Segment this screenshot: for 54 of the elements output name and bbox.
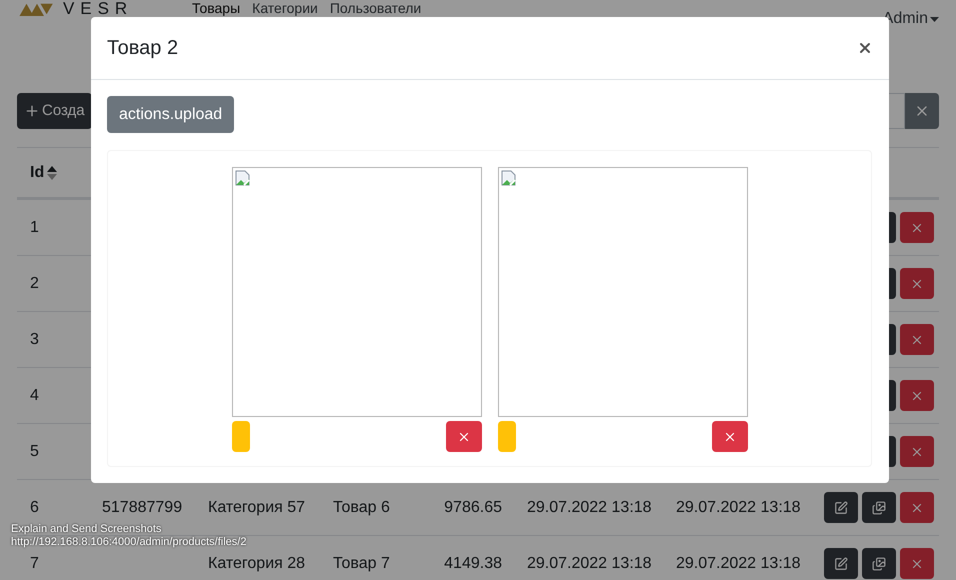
delete-button[interactable] xyxy=(900,324,934,355)
table-cell-text: 4149.38 xyxy=(443,554,502,574)
edit-icon xyxy=(834,500,848,514)
modal-title: Товар 2 xyxy=(107,36,178,61)
nav-link[interactable]: Категории xyxy=(252,1,318,16)
delete-button[interactable] xyxy=(900,212,934,243)
table-cell-text: Товар 6 xyxy=(332,498,391,518)
table-cell-text: 1 xyxy=(29,218,40,238)
nav-link[interactable]: Товары xyxy=(192,1,240,16)
plus-icon xyxy=(24,103,40,119)
table-cell-text: 7 xyxy=(29,554,40,574)
table-cell-text: 29.07.2022 13:18 xyxy=(526,554,652,574)
nav-link[interactable]: Пользователи xyxy=(330,1,422,16)
images-icon xyxy=(872,500,886,514)
table-cell-text: 29.07.2022 13:18 xyxy=(675,498,802,518)
delete-button[interactable] xyxy=(712,421,748,452)
mark-button[interactable] xyxy=(232,421,250,452)
close-icon xyxy=(857,40,873,56)
tooltip-title: Explain and Send Screenshots xyxy=(11,523,162,536)
close-button[interactable] xyxy=(857,40,873,56)
table-cell-text: 5 xyxy=(29,442,40,462)
table-cell-text: 29.07.2022 13:18 xyxy=(675,554,802,574)
table-cell-text: 517887799 xyxy=(101,498,184,518)
broken-image-icon xyxy=(234,170,250,186)
logo-text: VESR xyxy=(63,1,134,16)
edit-button[interactable] xyxy=(824,492,858,523)
column-header[interactable]: Id xyxy=(30,160,44,184)
delete-button[interactable] xyxy=(900,548,934,579)
images-button[interactable] xyxy=(862,492,896,523)
edit-button[interactable] xyxy=(824,548,858,579)
table-cell-text: 4 xyxy=(29,386,40,406)
delete-button[interactable] xyxy=(900,436,934,467)
mark-button[interactable] xyxy=(498,421,516,452)
table-cell-text: 6 xyxy=(29,498,40,518)
images-button[interactable] xyxy=(862,548,896,579)
clear-button[interactable] xyxy=(905,93,939,129)
delete-button[interactable] xyxy=(446,421,482,452)
create-button[interactable]: Созда xyxy=(17,93,92,129)
images-icon xyxy=(872,556,886,570)
delete-button[interactable] xyxy=(900,268,934,299)
tooltip-url: http://192.168.8.106:4000/admin/products/files/2 xyxy=(11,536,246,549)
table-cell-text: 3 xyxy=(29,330,40,350)
delete-button[interactable] xyxy=(900,380,934,411)
broken-image-icon xyxy=(500,170,516,186)
caret-icon xyxy=(930,16,939,22)
table-cell-text: Категория 28 xyxy=(207,554,306,574)
edit-icon xyxy=(834,556,848,570)
table-cell-text: 29.07.2022 13:18 xyxy=(526,498,652,518)
delete-button[interactable] xyxy=(900,492,934,523)
table-cell-text: 2 xyxy=(29,274,40,294)
table-cell-text: Категория 57 xyxy=(207,498,306,518)
table-cell-text: Товар 7 xyxy=(332,554,391,574)
table-cell-text: 9786.65 xyxy=(443,498,502,518)
upload-button[interactable]: actions.upload xyxy=(107,96,234,133)
